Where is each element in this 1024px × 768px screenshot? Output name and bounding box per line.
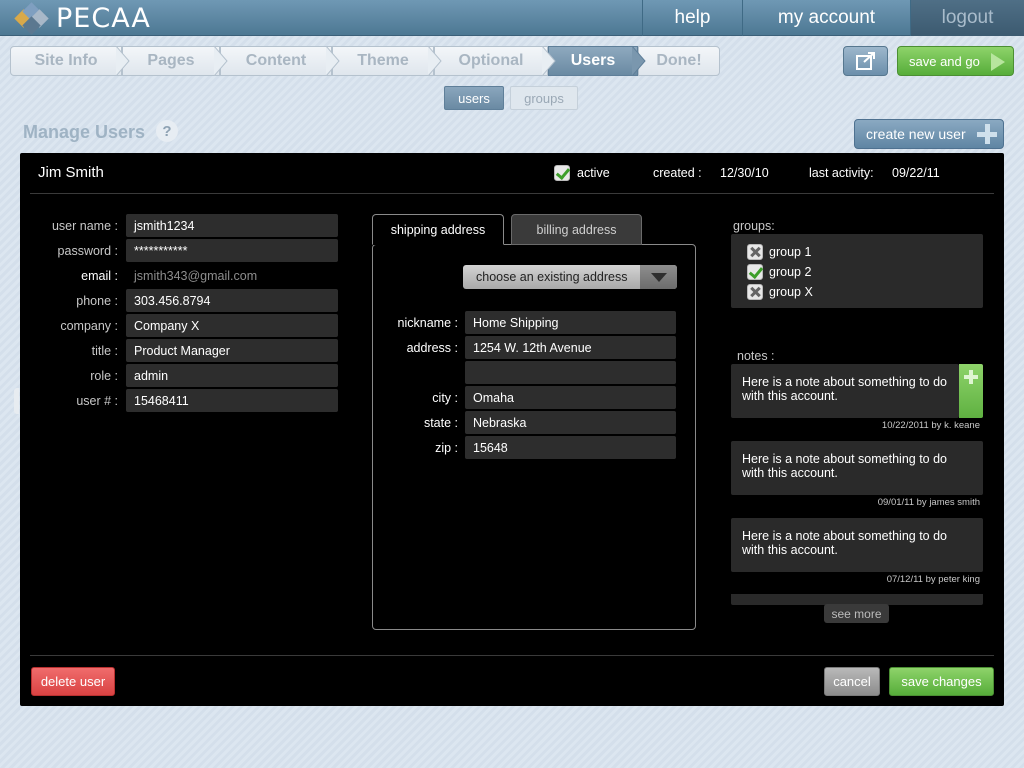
active-label: active — [577, 166, 610, 180]
create-new-user-label: create new user — [866, 126, 966, 142]
step-chevron-icon — [428, 46, 442, 76]
logo-diamond-icon — [14, 2, 50, 35]
step-chevron-icon — [326, 46, 340, 76]
app-logo[interactable]: PECAA — [14, 2, 151, 35]
save-and-go-button[interactable]: save and go — [897, 46, 1014, 76]
note-item: Here is a note about something to do wit… — [731, 518, 983, 572]
note-meta: 07/12/11 by peter king — [886, 574, 980, 585]
delete-user-button[interactable]: delete user — [31, 667, 115, 696]
choose-address-label: choose an existing address — [476, 270, 628, 284]
group-label: group 2 — [769, 265, 812, 279]
active-checkbox[interactable] — [554, 165, 570, 181]
step-site-info[interactable]: Site Info — [10, 46, 122, 76]
address-line1-field[interactable]: 1254 W. 12th Avenue — [465, 336, 676, 359]
header-divider — [30, 193, 994, 194]
nav-help[interactable]: help — [642, 0, 742, 36]
group-checkbox[interactable] — [747, 244, 763, 260]
company-field[interactable]: Company X — [126, 314, 338, 337]
subtab-groups[interactable]: groups — [510, 86, 578, 110]
add-note-button[interactable] — [959, 364, 983, 418]
notes-label: notes : — [737, 349, 775, 363]
city-label: city : — [432, 391, 458, 405]
side-handle[interactable] — [14, 388, 19, 414]
group-checkbox[interactable] — [747, 264, 763, 280]
step-users[interactable]: Users — [548, 46, 638, 76]
nav-my-account[interactable]: my account — [742, 0, 910, 36]
state-label: state : — [423, 416, 458, 430]
user-number-label: user # : — [76, 394, 118, 408]
zip-field[interactable]: 15648 — [465, 436, 676, 459]
cancel-button[interactable]: cancel — [824, 667, 880, 696]
step-content[interactable]: Content — [220, 46, 332, 76]
step-optional[interactable]: Optional — [434, 46, 548, 76]
page-title: Manage Users — [23, 122, 146, 142]
address-label: address : — [406, 341, 458, 355]
note-meta: 10/22/2011 by k. keane — [881, 420, 980, 431]
username-field[interactable]: jsmith1234 — [126, 214, 338, 237]
tab-billing-address[interactable]: billing address — [511, 214, 642, 245]
step-theme[interactable]: Theme — [332, 46, 434, 76]
username-label: user name : — [51, 219, 118, 233]
top-bar: PECAA help my account logout — [0, 0, 1024, 36]
step-done[interactable]: Done! — [638, 46, 720, 76]
title-label: title : — [91, 344, 118, 358]
step-chevron-icon — [632, 46, 646, 76]
user-number-field[interactable]: 15468411 — [126, 389, 338, 412]
external-link-button[interactable] — [843, 46, 888, 76]
role-field[interactable]: admin — [126, 364, 338, 387]
user-full-name: Jim Smith — [38, 164, 104, 181]
phone-field[interactable]: 303.456.8794 — [126, 289, 338, 312]
password-field[interactable]: *********** — [126, 239, 338, 262]
see-more-button[interactable]: see more — [824, 604, 889, 623]
external-link-icon — [855, 52, 875, 70]
note-item: Here is a note about something to do wit… — [731, 441, 983, 495]
group-checkbox[interactable] — [747, 284, 763, 300]
step-pages[interactable]: Pages — [122, 46, 220, 76]
logo-text: PECAA — [56, 2, 151, 34]
group-label: group 1 — [769, 245, 812, 259]
nickname-label: nickname : — [397, 316, 458, 330]
save-and-go-label: save and go — [909, 53, 980, 69]
address-line2-field[interactable] — [465, 361, 676, 384]
plus-icon — [977, 124, 997, 144]
tab-shipping-address[interactable]: shipping address — [372, 214, 504, 245]
city-field[interactable]: Omaha — [465, 386, 676, 409]
email-label: email : — [81, 269, 118, 283]
subtab-users[interactable]: users — [444, 86, 504, 110]
nav-logout[interactable]: logout — [910, 0, 1024, 36]
chevron-down-icon — [640, 265, 677, 289]
last-activity-value: 09/22/11 — [892, 166, 940, 180]
save-changes-button[interactable]: save changes — [889, 667, 994, 696]
state-field[interactable]: Nebraska — [465, 411, 676, 434]
email-field[interactable]: jsmith343@gmail.com — [126, 264, 338, 287]
created-value: 12/30/10 — [720, 166, 769, 180]
footer-divider — [30, 655, 994, 656]
password-label: password : — [57, 244, 118, 258]
note-item: Here is a note about something to do wit… — [731, 364, 959, 418]
groups-label: groups: — [733, 219, 775, 233]
choose-address-dropdown[interactable]: choose an existing address — [463, 265, 677, 289]
step-chevron-icon — [542, 46, 556, 76]
phone-label: phone : — [76, 294, 118, 308]
help-icon[interactable]: ? — [156, 120, 178, 142]
last-activity-label: last activity: — [809, 166, 874, 180]
create-new-user-button[interactable]: create new user — [854, 119, 1004, 149]
group-label: group X — [769, 285, 813, 299]
step-chevron-icon — [214, 46, 228, 76]
title-field[interactable]: Product Manager — [126, 339, 338, 362]
nickname-field[interactable]: Home Shipping — [465, 311, 676, 334]
company-label: company : — [60, 319, 118, 333]
note-meta: 09/01/11 by james smith — [877, 497, 980, 508]
role-label: role : — [90, 369, 118, 383]
created-label: created : — [653, 166, 702, 180]
step-chevron-icon — [116, 46, 130, 76]
zip-label: zip : — [435, 441, 458, 455]
play-arrow-icon — [991, 53, 1005, 71]
